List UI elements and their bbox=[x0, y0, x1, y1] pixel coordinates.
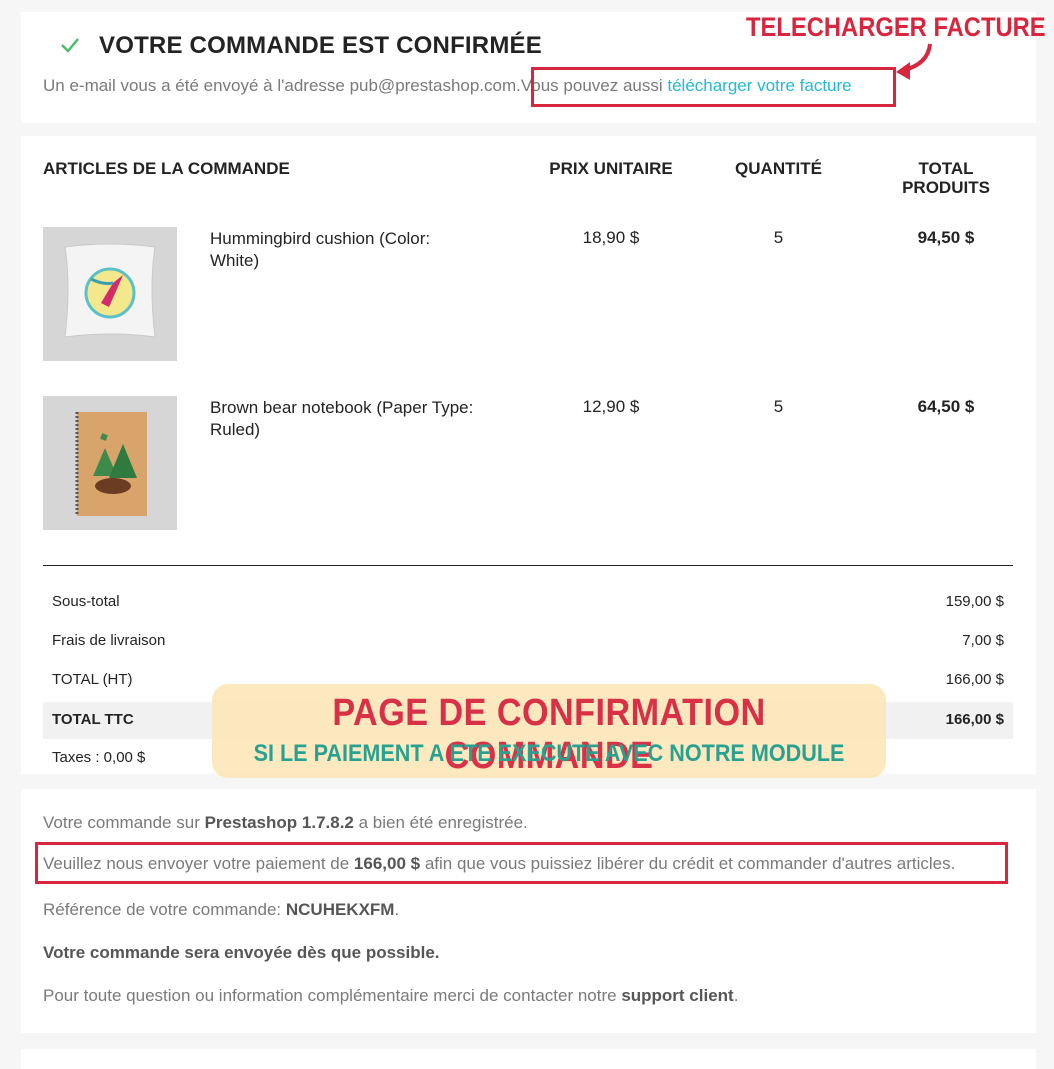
cushion-image bbox=[43, 227, 177, 361]
taxes-label: Taxes : 0,00 $ bbox=[52, 749, 146, 766]
header-items: ARTICLES DE LA COMMANDE bbox=[43, 159, 290, 178]
header-unit-price: PRIX UNITAIRE bbox=[549, 159, 673, 178]
item-quantity: 5 bbox=[773, 397, 784, 416]
item-total: 94,50 $ bbox=[917, 228, 975, 247]
item-total: 64,50 $ bbox=[917, 397, 975, 416]
header-quantity: QUANTITÉ bbox=[735, 159, 822, 178]
total-ht-value: 166,00 $ bbox=[945, 671, 1004, 688]
next-section-card bbox=[21, 1049, 1036, 1069]
shipping-label: Frais de livraison bbox=[52, 632, 166, 649]
invoice-highlight-box bbox=[531, 67, 896, 107]
check-icon bbox=[61, 38, 79, 53]
arrow-icon bbox=[896, 43, 932, 80]
item-name[interactable]: Hummingbird cushion (Color: White) bbox=[210, 228, 480, 272]
notebook-image bbox=[43, 396, 177, 530]
subtotal-value: 159,00 $ bbox=[945, 593, 1004, 610]
subtotal-label: Sous-total bbox=[52, 593, 120, 610]
subtotal-row: Sous-total 159,00 $ bbox=[43, 584, 1013, 621]
summary-divider bbox=[43, 565, 1013, 566]
page-title: VOTRE COMMANDE EST CONFIRMÉE bbox=[99, 32, 542, 59]
item-unit-price: 18,90 $ bbox=[582, 228, 640, 247]
total-ttc-value: 166,00 $ bbox=[945, 711, 1004, 728]
item-name[interactable]: Brown bear notebook (Paper Type: Ruled) bbox=[210, 397, 480, 441]
support-text: Pour toute question ou information compl… bbox=[43, 986, 739, 1005]
shipping-value: 7,00 $ bbox=[962, 632, 1004, 649]
total-ht-label: TOTAL (HT) bbox=[52, 671, 133, 688]
shop-name: Prestashop 1.7.8.2 bbox=[204, 813, 354, 832]
item-unit-price: 12,90 $ bbox=[582, 397, 640, 416]
annotation-banner: PAGE DE CONFIRMATION COMMANDE SI LE PAIE… bbox=[212, 684, 886, 778]
order-reference: Référence de votre commande: NCUHEKXFM. bbox=[43, 900, 400, 919]
order-registered-text: Votre commande sur Prestashop 1.7.8.2 a … bbox=[43, 813, 528, 832]
shipping-row: Frais de livraison 7,00 $ bbox=[43, 623, 1013, 660]
shipping-notice: Votre commande sera envoyée dès que poss… bbox=[43, 943, 440, 962]
payment-details-card: Votre commande sur Prestashop 1.7.8.2 a … bbox=[21, 789, 1036, 1033]
cushion-thumbnail[interactable] bbox=[43, 227, 177, 361]
banner-subtitle: SI LE PAIEMENT A ETE EXECUTE AVEC NOTRE … bbox=[253, 740, 845, 767]
reference-code: NCUHEKXFM bbox=[285, 900, 395, 919]
notebook-thumbnail[interactable] bbox=[43, 396, 177, 530]
invoice-callout: TELECHARGER FACTURE bbox=[746, 12, 1046, 42]
item-quantity: 5 bbox=[773, 228, 784, 247]
email-notice: Un e-mail vous a été envoyé à l'adresse … bbox=[43, 76, 521, 95]
order-items-card: ARTICLES DE LA COMMANDE PRIX UNITAIRE QU… bbox=[21, 136, 1036, 774]
support-link[interactable]: support client bbox=[621, 986, 733, 1005]
header-total-products: TOTAL PRODUITS bbox=[902, 159, 990, 197]
payment-highlight-box bbox=[35, 842, 1008, 884]
total-ttc-label: TOTAL TTC bbox=[52, 711, 134, 728]
